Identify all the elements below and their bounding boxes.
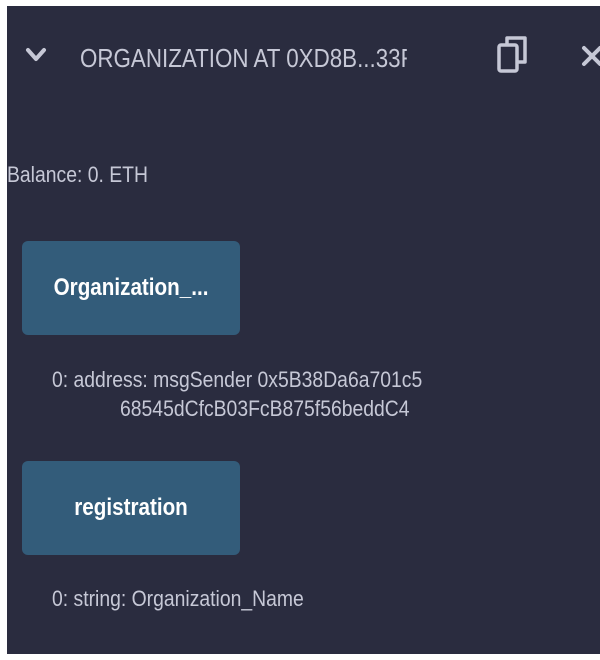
- organization-function-label: Organization_...: [53, 274, 209, 301]
- organization-result-line-2: 68545dCfcB03FcB875f56beddC4: [120, 396, 410, 421]
- contract-instance-title: ORGANIZATION AT 0XD8B...33FA: [80, 43, 407, 73]
- chevron-down-icon[interactable]: [25, 44, 47, 66]
- contract-instance-header[interactable]: ORGANIZATION AT 0XD8B...33FA: [7, 6, 600, 106]
- close-icon[interactable]: [580, 44, 600, 68]
- copy-icon[interactable]: [496, 34, 530, 78]
- registration-function-button[interactable]: registration: [22, 461, 240, 555]
- balance-label: Balance: 0. ETH: [7, 162, 148, 187]
- deployed-contract-panel: ORGANIZATION AT 0XD8B...33FA Balance: 0.…: [7, 6, 600, 654]
- organization-function-button[interactable]: Organization_...: [22, 241, 240, 335]
- organization-result-line-1: 0: address: msgSender 0x5B38Da6a701c5: [52, 367, 423, 392]
- registration-result: 0: string: Organization_Name: [52, 586, 304, 611]
- registration-function-label: registration: [74, 494, 188, 521]
